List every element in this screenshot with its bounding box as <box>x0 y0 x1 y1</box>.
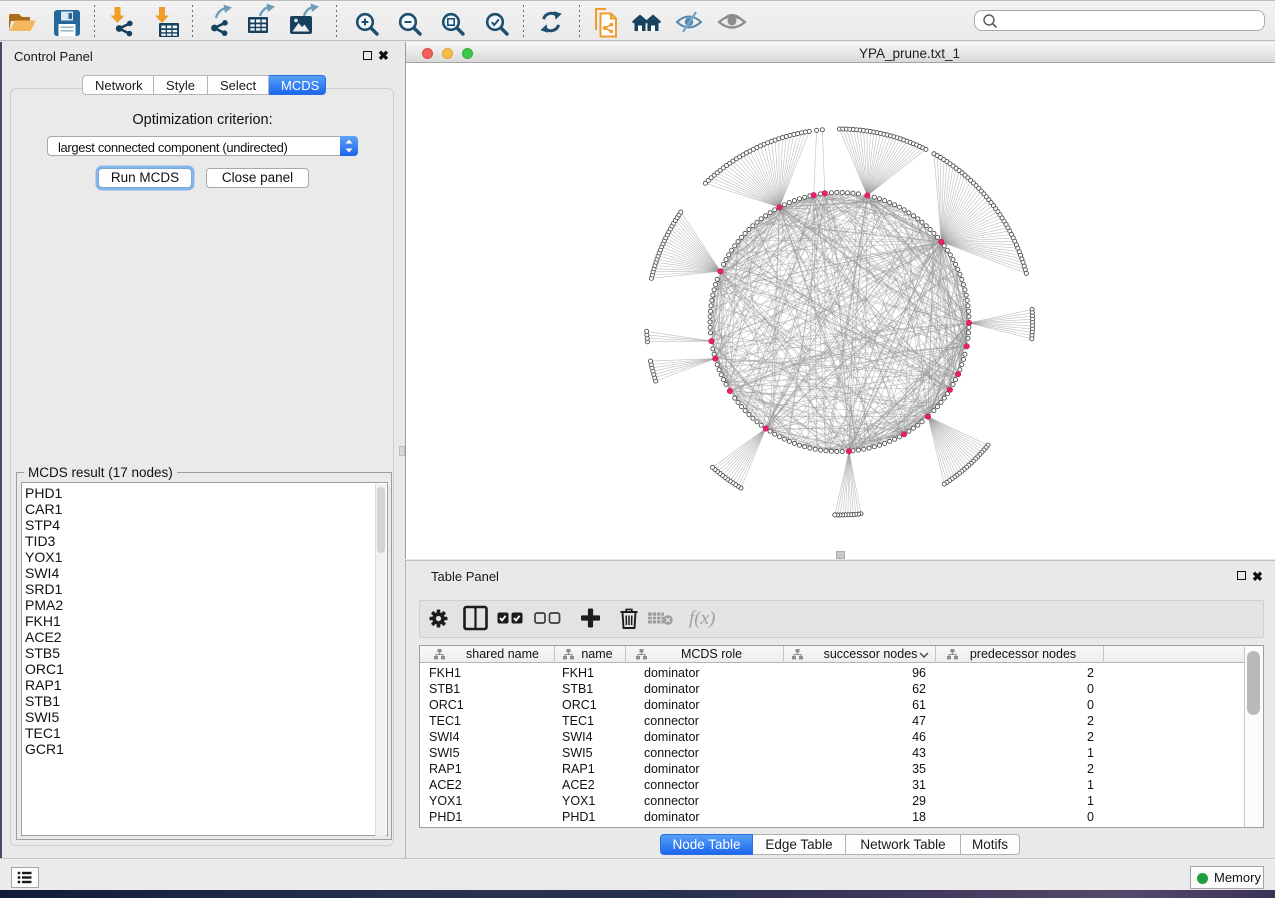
svg-text:f(x): f(x) <box>689 608 715 629</box>
